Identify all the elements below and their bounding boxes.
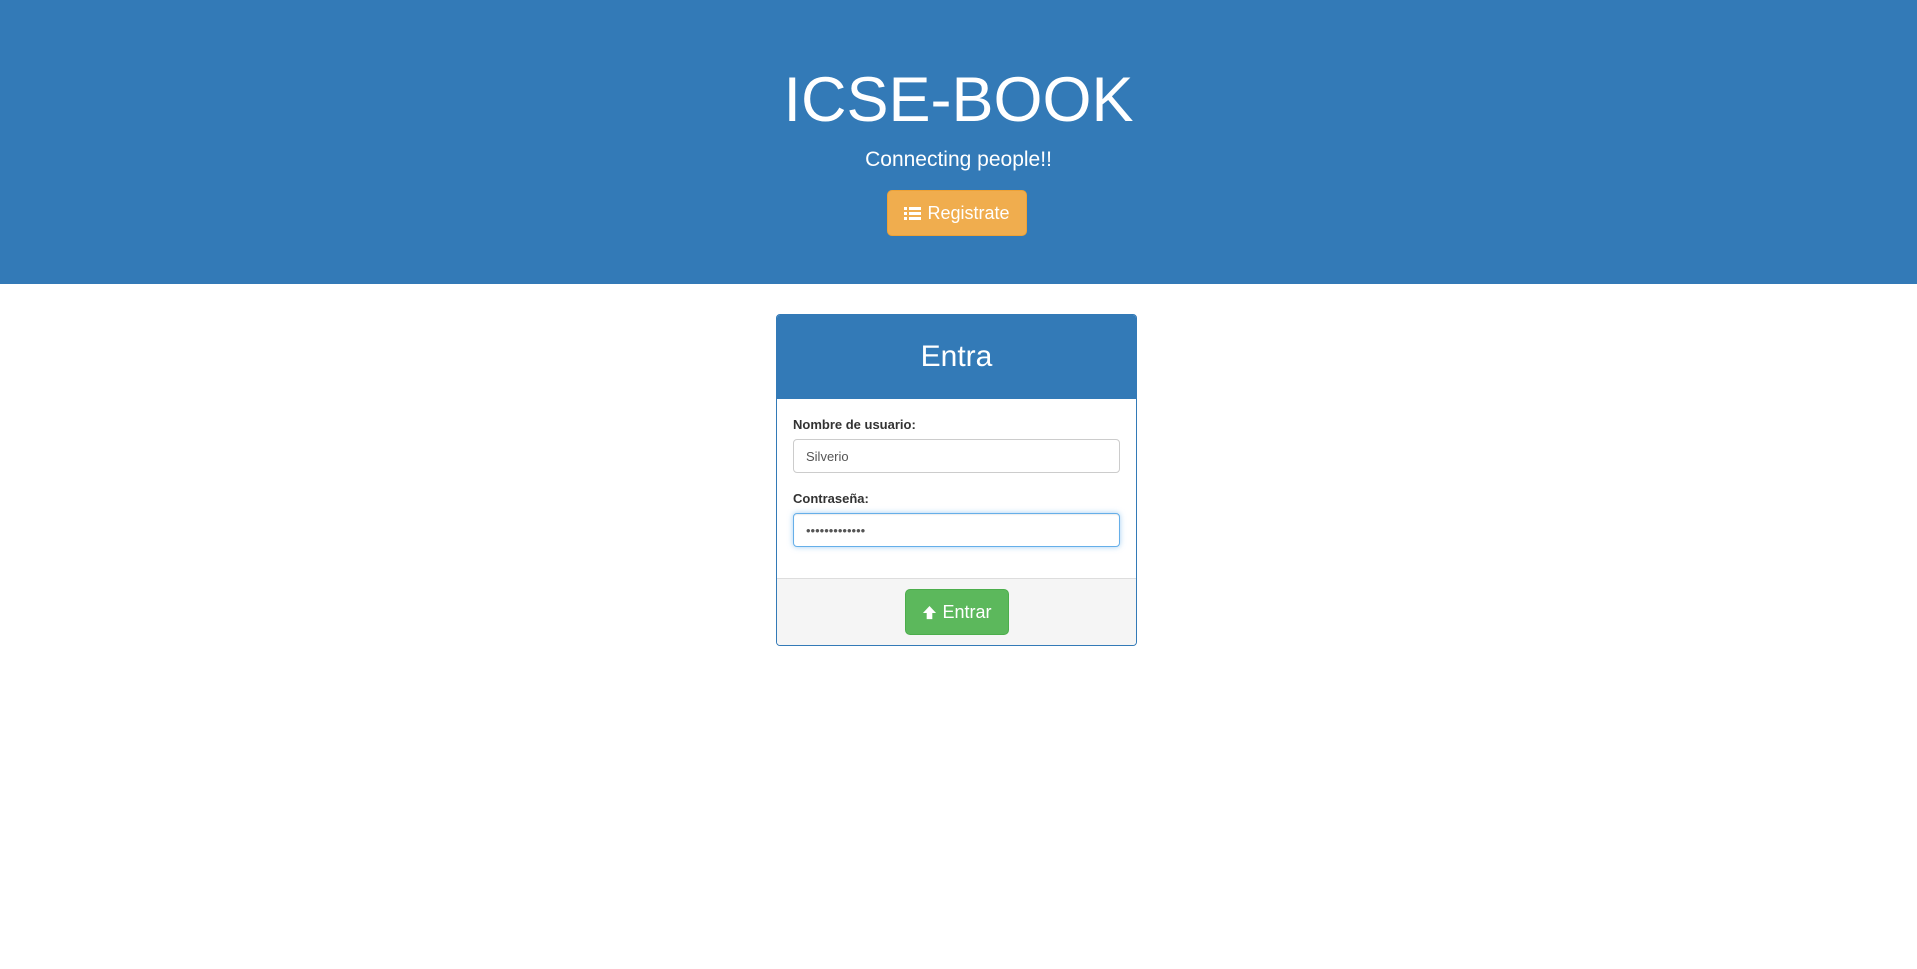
- register-button[interactable]: Registrate: [887, 190, 1027, 236]
- list-icon: [904, 206, 922, 220]
- login-panel-footer: Entrar: [777, 578, 1136, 645]
- username-input[interactable]: [793, 439, 1120, 473]
- password-label: Contraseña:: [793, 491, 869, 506]
- arrow-up-icon: [923, 605, 937, 619]
- site-tagline: Connecting people!!: [865, 148, 1052, 171]
- hero-banner: ICSE-BOOK Connecting people!! Registrate: [0, 0, 1917, 284]
- site-title: ICSE-BOOK: [783, 65, 1134, 135]
- login-button-label: Entrar: [942, 601, 992, 622]
- login-button[interactable]: Entrar: [905, 589, 1009, 635]
- login-panel-heading: Entra: [777, 315, 1136, 399]
- login-panel: Entra Nombre de usuario: Contraseña: Ent…: [776, 314, 1137, 646]
- password-input[interactable]: [793, 513, 1120, 547]
- register-button-label: Registrate: [927, 202, 1010, 223]
- username-label: Nombre de usuario:: [793, 417, 916, 432]
